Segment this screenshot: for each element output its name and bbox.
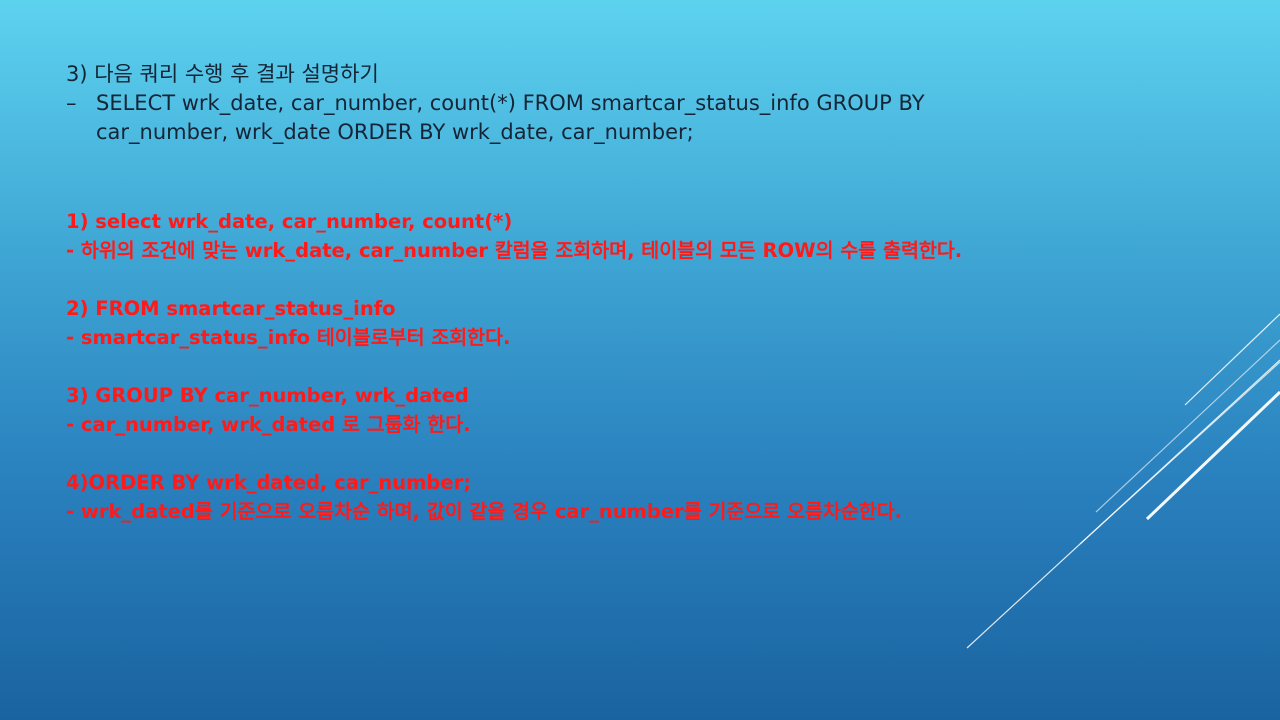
question-sql-bullet: – SELECT wrk_date, car_number, count(*) … [66, 89, 1066, 147]
answer-heading: 4)ORDER BY wrk_dated, car_number; [66, 471, 472, 494]
answer-item-order-by: 4)ORDER BY wrk_dated, car_number; - wrk_… [66, 468, 1186, 526]
answer-explanation: - car_number, wrk_dated 로 그룹화 한다. [66, 413, 471, 436]
answer-explanation: - wrk_dated를 기준으로 오름차순 하며, 값이 같을 경우 car_… [66, 500, 903, 523]
question-title: 3) 다음 쿼리 수행 후 결과 설명하기 [66, 62, 379, 86]
slide: 3) 다음 쿼리 수행 후 결과 설명하기 – SELECT wrk_date,… [0, 0, 1280, 720]
answer-item-group-by: 3) GROUP BY car_number, wrk_dated - car_… [66, 381, 1186, 439]
answer-list: 1) select wrk_date, car_number, count(*)… [66, 207, 1186, 526]
answer-heading: 3) GROUP BY car_number, wrk_dated [66, 384, 469, 407]
decor-line-thin-upper [1184, 313, 1280, 406]
answer-explanation: - smartcar_status_info 테이블로부터 조회한다. [66, 326, 511, 349]
question-sql: SELECT wrk_date, car_number, count(*) FR… [96, 91, 925, 144]
answer-explanation: - 하위의 조건에 맞는 wrk_date, car_number 칼럼을 조회… [66, 239, 963, 262]
bullet-dash: – [66, 91, 77, 115]
answer-heading: 1) select wrk_date, car_number, count(*) [66, 210, 513, 233]
question-block: 3) 다음 쿼리 수행 후 결과 설명하기 – SELECT wrk_date,… [66, 60, 1066, 147]
answer-item-from: 2) FROM smartcar_status_info - smartcar_… [66, 294, 1186, 352]
answer-item-select: 1) select wrk_date, car_number, count(*)… [66, 207, 1186, 265]
answer-heading: 2) FROM smartcar_status_info [66, 297, 396, 320]
